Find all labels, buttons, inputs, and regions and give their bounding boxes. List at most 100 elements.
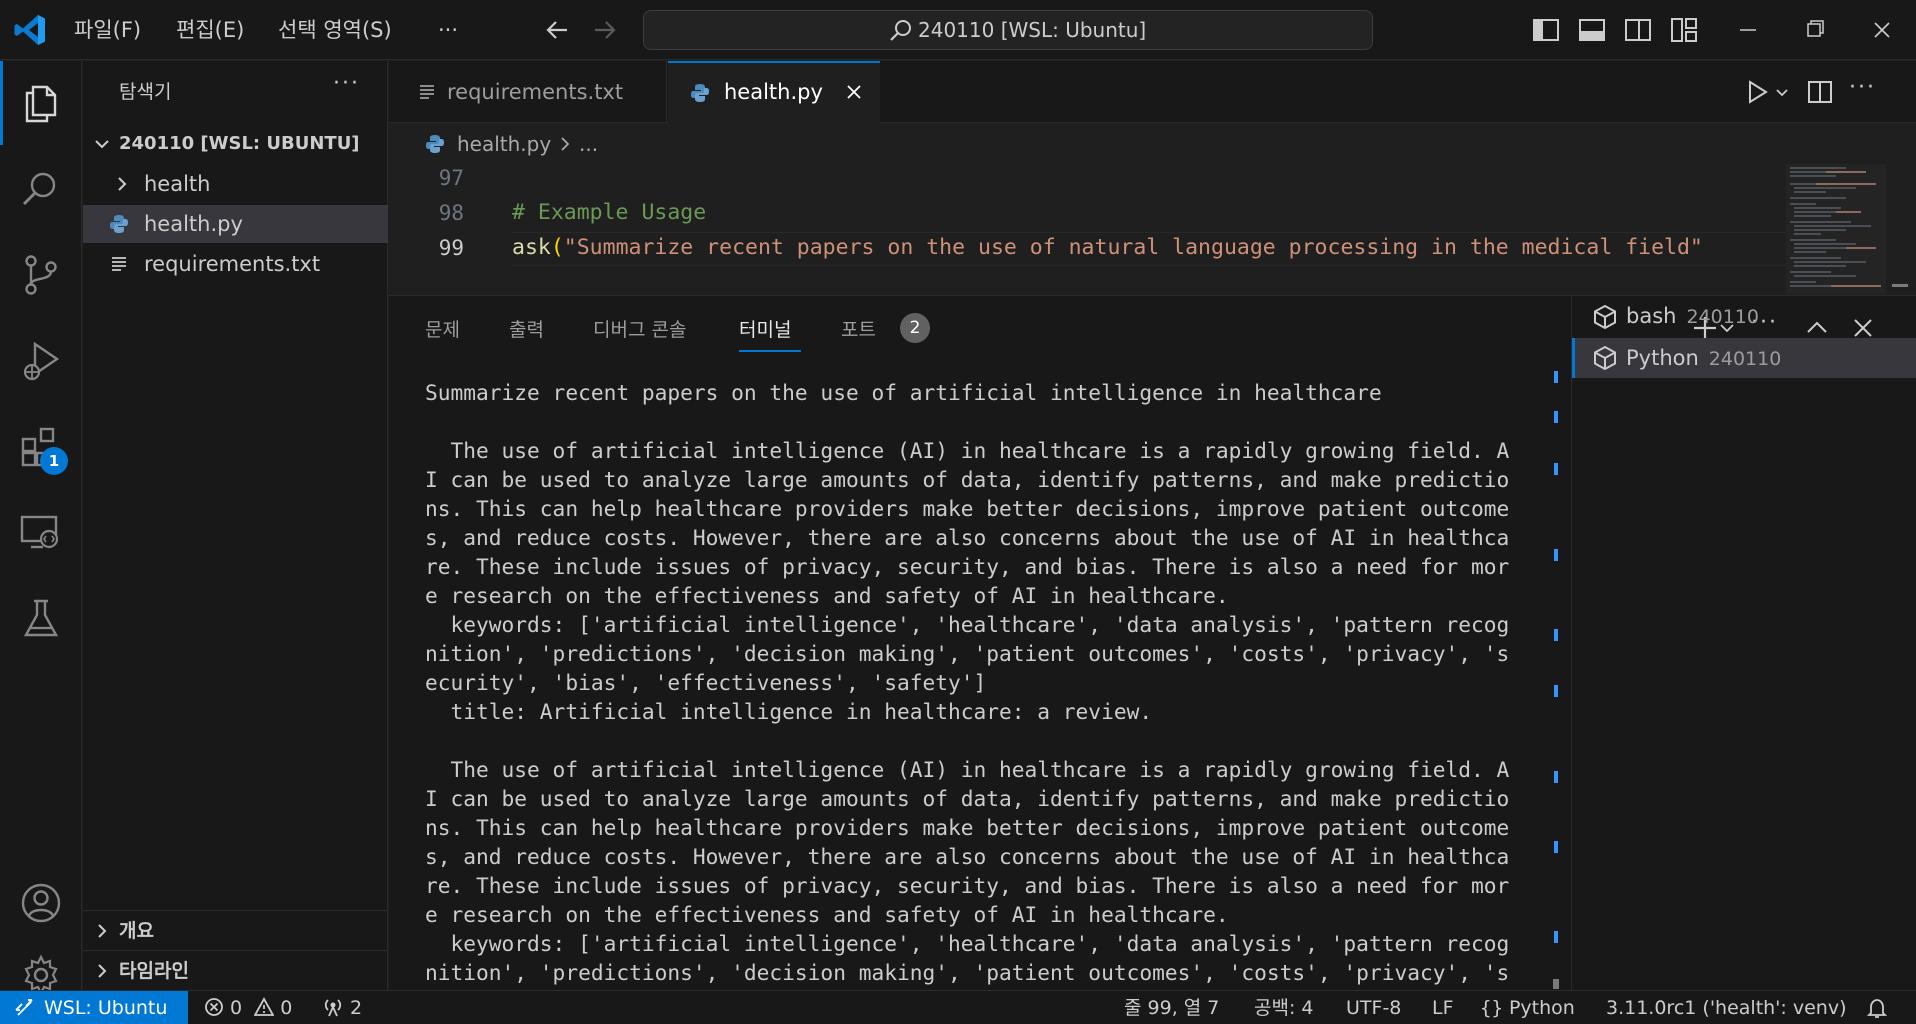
line-number: 97 (438, 166, 464, 190)
terminal-scroll-markers[interactable] (1549, 371, 1563, 991)
workspace-name: 240110 [WSL: UBUNTU] (119, 133, 360, 154)
code-string: "Summarize recent papers on the use of n… (563, 235, 1703, 260)
code-paren: ( (550, 235, 564, 260)
remote-label: WSL: Ubuntu (44, 997, 168, 1019)
session-name: bash 240110 (1626, 304, 1759, 328)
terminal-line: re. These include issues of privacy, sec… (425, 554, 1510, 579)
indentation-indicator[interactable]: 공백: 4 (1254, 991, 1314, 1024)
split-editor-icon[interactable] (1807, 79, 1833, 105)
cursor-position[interactable]: 줄 99, 열 7 (1124, 991, 1219, 1024)
tree-item-requirements-txt[interactable]: requirements.txt (83, 245, 388, 283)
tree-item-label: health.py (144, 212, 243, 236)
toggle-panel-icon[interactable] (1576, 14, 1608, 46)
source-control-icon (25, 255, 57, 295)
search-activity[interactable] (0, 147, 82, 231)
panel-tab-terminal[interactable]: 터미널 (739, 312, 801, 352)
explorer-more-actions[interactable]: ··· (333, 71, 360, 96)
terminal-line: nition', 'predictions', 'decision making… (425, 641, 1510, 666)
status-bar: WSL: Ubuntu 0 0 2 줄 99, 열 7 공백: 4 UTF-8 … (0, 990, 1916, 1024)
close-window-icon[interactable] (1862, 12, 1902, 48)
breadcrumb-file[interactable]: health.py (457, 124, 551, 164)
code-comment: # Example Usage (512, 200, 707, 225)
source-control-activity[interactable] (0, 233, 82, 317)
tab-health-py[interactable]: health.py (668, 61, 880, 123)
ports-indicator[interactable]: 2 (322, 991, 362, 1024)
encoding-indicator[interactable]: UTF-8 (1346, 991, 1401, 1024)
vscode-logo-icon (14, 15, 45, 45)
terminal-line: Summarize recent papers on the use of ar… (425, 380, 1382, 405)
toggle-primary-sidebar-icon[interactable] (1530, 14, 1562, 46)
panel-tab-ports[interactable]: 포트 (841, 312, 876, 352)
run-debug-activity[interactable] (0, 319, 82, 403)
tab-requirements-txt[interactable]: requirements.txt (389, 61, 667, 123)
notification-bell-icon[interactable] (1866, 997, 1888, 1019)
search-icon (22, 172, 56, 206)
terminal-line: s, and reduce costs. However, there are … (425, 844, 1510, 869)
panel-tab-problems[interactable]: 문제 (425, 312, 460, 352)
explorer-title: 탐색기 (119, 81, 172, 103)
menu-selection[interactable]: 선택 영역(S) (270, 14, 400, 46)
customize-layout-icon[interactable] (1668, 14, 1700, 46)
terminal-line: The use of artificial intelligence (AI) … (425, 438, 1510, 463)
braces-icon: {} (1480, 997, 1503, 1019)
explorer-activity[interactable] (0, 61, 82, 145)
eol-indicator[interactable]: LF (1432, 991, 1454, 1024)
terminal-line: ecurity', 'bias', 'effectiveness', 'safe… (425, 670, 987, 695)
restore-window-icon[interactable] (1795, 12, 1835, 48)
forward-arrow-icon[interactable] (586, 14, 622, 46)
broadcast-icon (324, 999, 342, 1017)
timeline-section[interactable]: 타임라인 (83, 950, 388, 990)
minimize-window-icon[interactable] (1728, 12, 1768, 48)
python-file-icon (110, 215, 128, 233)
remote-icon (15, 999, 33, 1016)
menu-more[interactable]: ··· (430, 14, 466, 46)
minimap[interactable] (1786, 164, 1886, 294)
terminal-session-python[interactable]: Python 240110 (1572, 338, 1916, 378)
workspace-root[interactable]: 240110 [WSL: UBUNTU] (83, 125, 388, 163)
panel-tab-debug-console[interactable]: 디버그 콘솔 (593, 312, 686, 352)
error-icon (205, 998, 223, 1016)
terminal-session-list: bash 240110 Python 240110 (1571, 296, 1916, 991)
search-label: 240110 [WSL: Ubuntu] (918, 18, 1147, 42)
terminal-line: e research on the effectiveness and safe… (425, 583, 1229, 608)
accounts-activity[interactable] (0, 861, 82, 945)
terminal-line: title: Artificial intelligence in health… (425, 699, 1153, 724)
panel-tab-output[interactable]: 출력 (509, 312, 544, 352)
terminal-line: The use of artificial intelligence (AI) … (425, 757, 1510, 782)
python-interpreter[interactable]: 3.11.0rc1 ('health': venv) (1606, 991, 1846, 1024)
back-arrow-icon[interactable] (540, 14, 576, 46)
tree-item-health-py[interactable]: health.py (83, 205, 388, 243)
editor-scrollbar[interactable] (1890, 164, 1910, 294)
extensions-activity[interactable]: 1 (0, 405, 82, 489)
language-mode[interactable]: {} Python (1480, 991, 1575, 1024)
activity-bar: 1 (0, 61, 82, 996)
breadcrumb-symbol[interactable]: ... (579, 124, 598, 164)
chevron-right-icon (98, 924, 107, 938)
code-editor[interactable]: 97 98 99 # Example Usage ask("Summarize … (389, 164, 1789, 294)
close-icon[interactable] (844, 82, 864, 102)
terminal-line: ns. This can help healthcare providers m… (425, 815, 1510, 840)
tree-item-health-folder[interactable]: health (83, 165, 388, 203)
toggle-secondary-sidebar-icon[interactable] (1622, 14, 1654, 46)
remote-indicator[interactable]: WSL: Ubuntu (0, 991, 188, 1024)
terminal-session-bash[interactable]: bash 240110 (1572, 296, 1916, 336)
remote-explorer-activity[interactable] (0, 491, 82, 575)
flask-icon (23, 599, 59, 637)
menu-edit[interactable]: 편집(E) (168, 14, 252, 46)
problems-indicator[interactable]: 0 0 (204, 991, 292, 1024)
run-python-file-icon[interactable] (1744, 79, 1770, 105)
editor-tab-bar: requirements.txt health.py ··· (389, 61, 1916, 123)
outline-section[interactable]: 개요 (83, 910, 388, 950)
section-label: 개요 (119, 920, 154, 942)
remote-explorer-icon (20, 515, 59, 549)
testing-activity[interactable] (0, 577, 82, 661)
command-center-search[interactable]: 240110 [WSL: Ubuntu] (643, 10, 1373, 50)
chevron-down-icon[interactable] (1774, 85, 1790, 101)
editor-more-actions[interactable]: ··· (1849, 75, 1876, 100)
session-name: Python 240110 (1626, 346, 1782, 370)
terminal-output[interactable]: Summarize recent papers on the use of ar… (425, 378, 1555, 988)
menu-file[interactable]: 파일(F) (66, 14, 149, 46)
tree-item-label: health (144, 172, 211, 196)
